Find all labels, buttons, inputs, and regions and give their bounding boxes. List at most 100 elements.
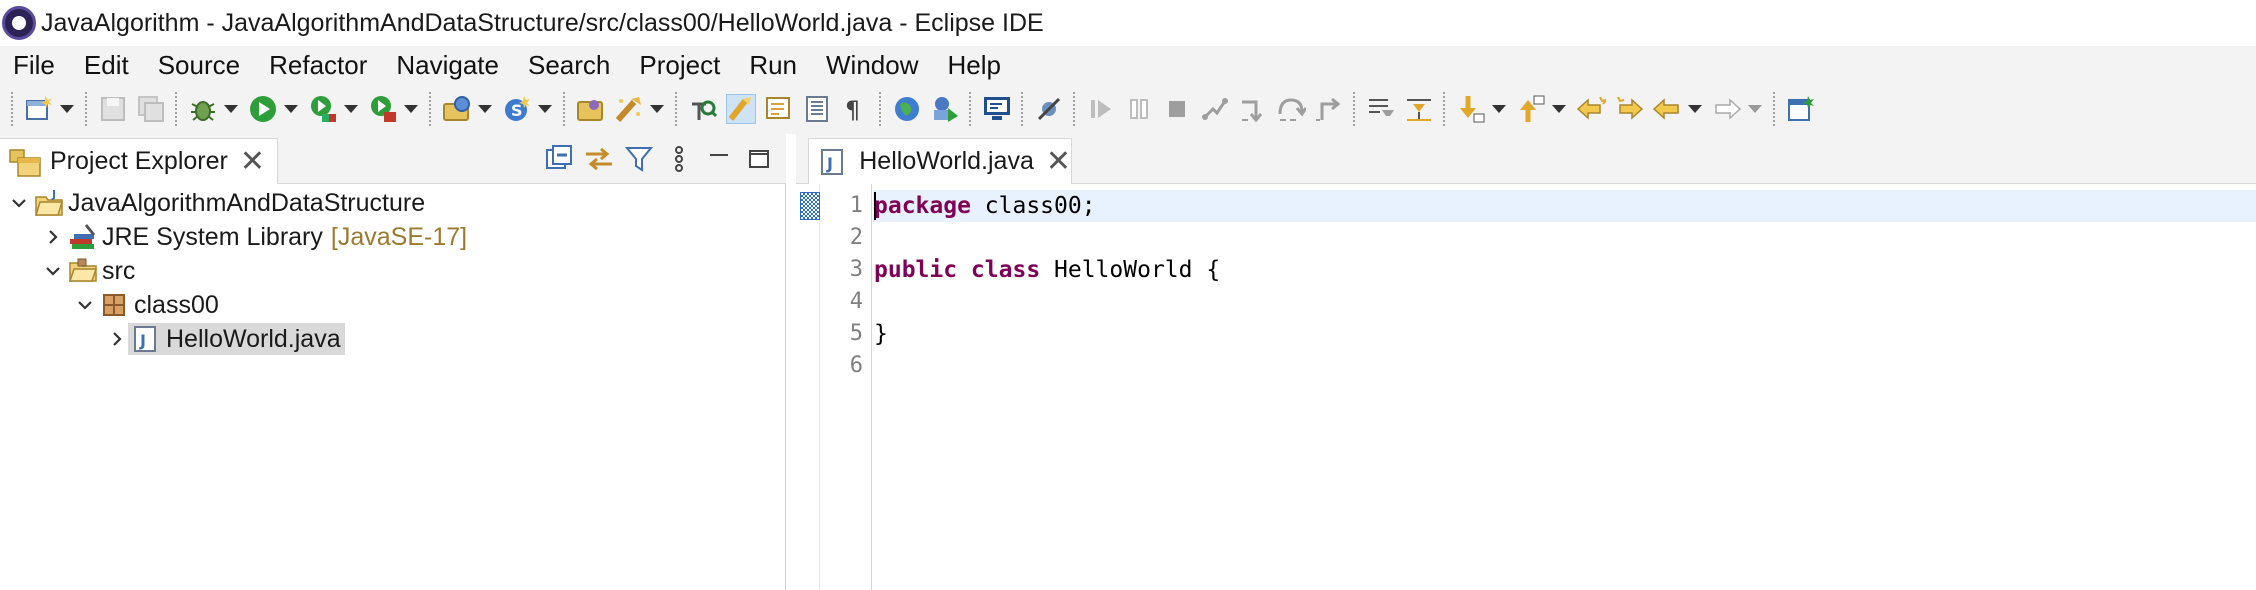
new-java-project-icon[interactable] — [442, 94, 472, 124]
step-return-icon[interactable] — [1314, 94, 1344, 124]
link-with-editor-icon[interactable] — [582, 142, 616, 176]
back-dropdown[interactable] — [1688, 105, 1702, 113]
tree-item-package[interactable]: class00 — [74, 288, 219, 322]
menu-run[interactable]: Run — [749, 50, 797, 81]
chevron-right-icon[interactable] — [106, 328, 128, 350]
show-whitespace-icon[interactable]: ¶ — [840, 94, 870, 124]
use-step-filters-icon[interactable] — [1366, 94, 1396, 124]
view-menu-icon[interactable] — [662, 142, 696, 176]
selected-tree-item[interactable]: J HelloWorld.java — [128, 323, 345, 355]
filter-icon[interactable] — [622, 142, 656, 176]
console-icon[interactable] — [982, 94, 1012, 124]
toggle-mark-occurrences-icon[interactable] — [726, 94, 756, 124]
terminate-icon[interactable] — [1162, 94, 1192, 124]
tree-item-project[interactable]: J JavaAlgorithmAndDataStructure — [8, 186, 425, 220]
back-icon[interactable] — [1652, 94, 1682, 124]
skip-breakpoints-icon[interactable] — [1034, 94, 1064, 124]
menu-bar: File Edit Source Refactor Navigate Searc… — [0, 46, 2256, 84]
new-wizard-dropdown[interactable] — [60, 105, 74, 113]
tree-item-jre-library[interactable]: JRE System Library [JavaSE-17] — [42, 220, 467, 254]
search-icon[interactable] — [614, 94, 644, 124]
forward-icon[interactable] — [1712, 94, 1742, 124]
next-annotation-dropdown[interactable] — [1492, 105, 1506, 113]
toolbar-grip — [11, 92, 15, 126]
menu-edit[interactable]: Edit — [84, 50, 129, 81]
close-icon[interactable]: ✕ — [1046, 146, 1071, 177]
save-all-icon[interactable] — [136, 94, 166, 124]
tree-item-label: JavaAlgorithmAndDataStructure — [68, 188, 426, 217]
resume-icon[interactable] — [1086, 94, 1116, 124]
menu-window[interactable]: Window — [826, 50, 918, 81]
svg-text:J: J — [826, 154, 833, 173]
external-tools-dropdown[interactable] — [404, 105, 418, 113]
minimize-icon[interactable] — [702, 142, 736, 176]
open-task-icon[interactable] — [930, 94, 960, 124]
toolbar-separator — [1443, 92, 1447, 126]
eclipse-logo-icon — [2, 6, 36, 40]
drop-to-frame-icon[interactable] — [1404, 94, 1434, 124]
project-explorer-actions — [536, 142, 776, 176]
toolbar-separator — [175, 92, 179, 126]
external-tools-icon[interactable] — [368, 94, 398, 124]
last-edit-location-icon[interactable] — [1576, 94, 1606, 124]
code-text: class00; — [970, 193, 1096, 219]
chevron-down-icon[interactable] — [74, 294, 96, 316]
toggle-block-selection-icon[interactable] — [764, 94, 794, 124]
run-icon[interactable] — [248, 94, 278, 124]
menu-search[interactable]: Search — [528, 50, 610, 81]
coverage-dropdown[interactable] — [344, 105, 358, 113]
disconnect-icon[interactable] — [1200, 94, 1230, 124]
tree-item-java-file[interactable]: J HelloWorld.java — [106, 322, 345, 356]
overview-ruler[interactable] — [796, 184, 820, 590]
tab-project-explorer[interactable]: Project Explorer ✕ — [0, 138, 278, 184]
coverage-icon[interactable] — [308, 94, 338, 124]
previous-annotation-icon[interactable] — [1516, 94, 1546, 124]
forward-dropdown[interactable] — [1748, 105, 1762, 113]
code-editor[interactable]: package class00; public class HelloWorld… — [873, 184, 2256, 590]
toolbar-separator — [563, 92, 567, 126]
debug-dropdown[interactable] — [224, 105, 238, 113]
collapse-all-icon[interactable] — [542, 142, 576, 176]
code-line[interactable]: } — [874, 318, 888, 350]
menu-file[interactable]: File — [13, 50, 55, 81]
close-icon[interactable]: ✕ — [240, 146, 265, 177]
menu-project[interactable]: Project — [639, 50, 720, 81]
toolbar-separator — [1353, 92, 1357, 126]
save-icon[interactable] — [98, 94, 128, 124]
chevron-down-icon[interactable] — [8, 192, 30, 214]
previous-annotation-dropdown[interactable] — [1552, 105, 1566, 113]
web-browser-icon[interactable] — [892, 94, 922, 124]
menu-refactor[interactable]: Refactor — [269, 50, 367, 81]
chevron-right-icon[interactable] — [42, 226, 64, 248]
new-java-class-icon[interactable]: S — [502, 94, 532, 124]
line-number: 1 — [849, 193, 863, 218]
suspend-icon[interactable] — [1124, 94, 1154, 124]
menu-navigate[interactable]: Navigate — [396, 50, 499, 81]
debug-icon[interactable] — [188, 94, 218, 124]
menu-source[interactable]: Source — [158, 50, 240, 81]
show-source-icon[interactable] — [802, 94, 832, 124]
code-line[interactable]: package class00; — [874, 190, 1096, 222]
toggle-breadcrumb-icon[interactable] — [688, 94, 718, 124]
run-dropdown[interactable] — [284, 105, 298, 113]
open-perspective-icon[interactable] — [1786, 94, 1816, 124]
open-type-icon[interactable] — [576, 94, 606, 124]
line-number: 2 — [849, 225, 863, 250]
search-dropdown[interactable] — [650, 105, 664, 113]
new-java-class-dropdown[interactable] — [538, 105, 552, 113]
chevron-down-icon[interactable] — [42, 260, 64, 282]
next-annotation-icon[interactable] — [1456, 94, 1486, 124]
occurrence-marker-icon[interactable] — [800, 192, 820, 220]
tab-helloworld-java[interactable]: J HelloWorld.java ✕ — [808, 138, 1072, 184]
code-line[interactable]: public class HelloWorld { — [874, 254, 1220, 286]
new-wizard-icon[interactable] — [24, 94, 54, 124]
main-toolbar: S ¶ — [0, 84, 2256, 134]
new-java-project-dropdown[interactable] — [478, 105, 492, 113]
maximize-icon[interactable] — [742, 142, 776, 176]
menu-help[interactable]: Help — [948, 50, 1001, 81]
step-over-icon[interactable] — [1276, 94, 1306, 124]
toolbar-separator — [1773, 92, 1777, 126]
step-into-icon[interactable] — [1238, 94, 1268, 124]
forward-history-icon[interactable] — [1614, 94, 1644, 124]
tree-item-src[interactable]: src — [42, 254, 135, 288]
